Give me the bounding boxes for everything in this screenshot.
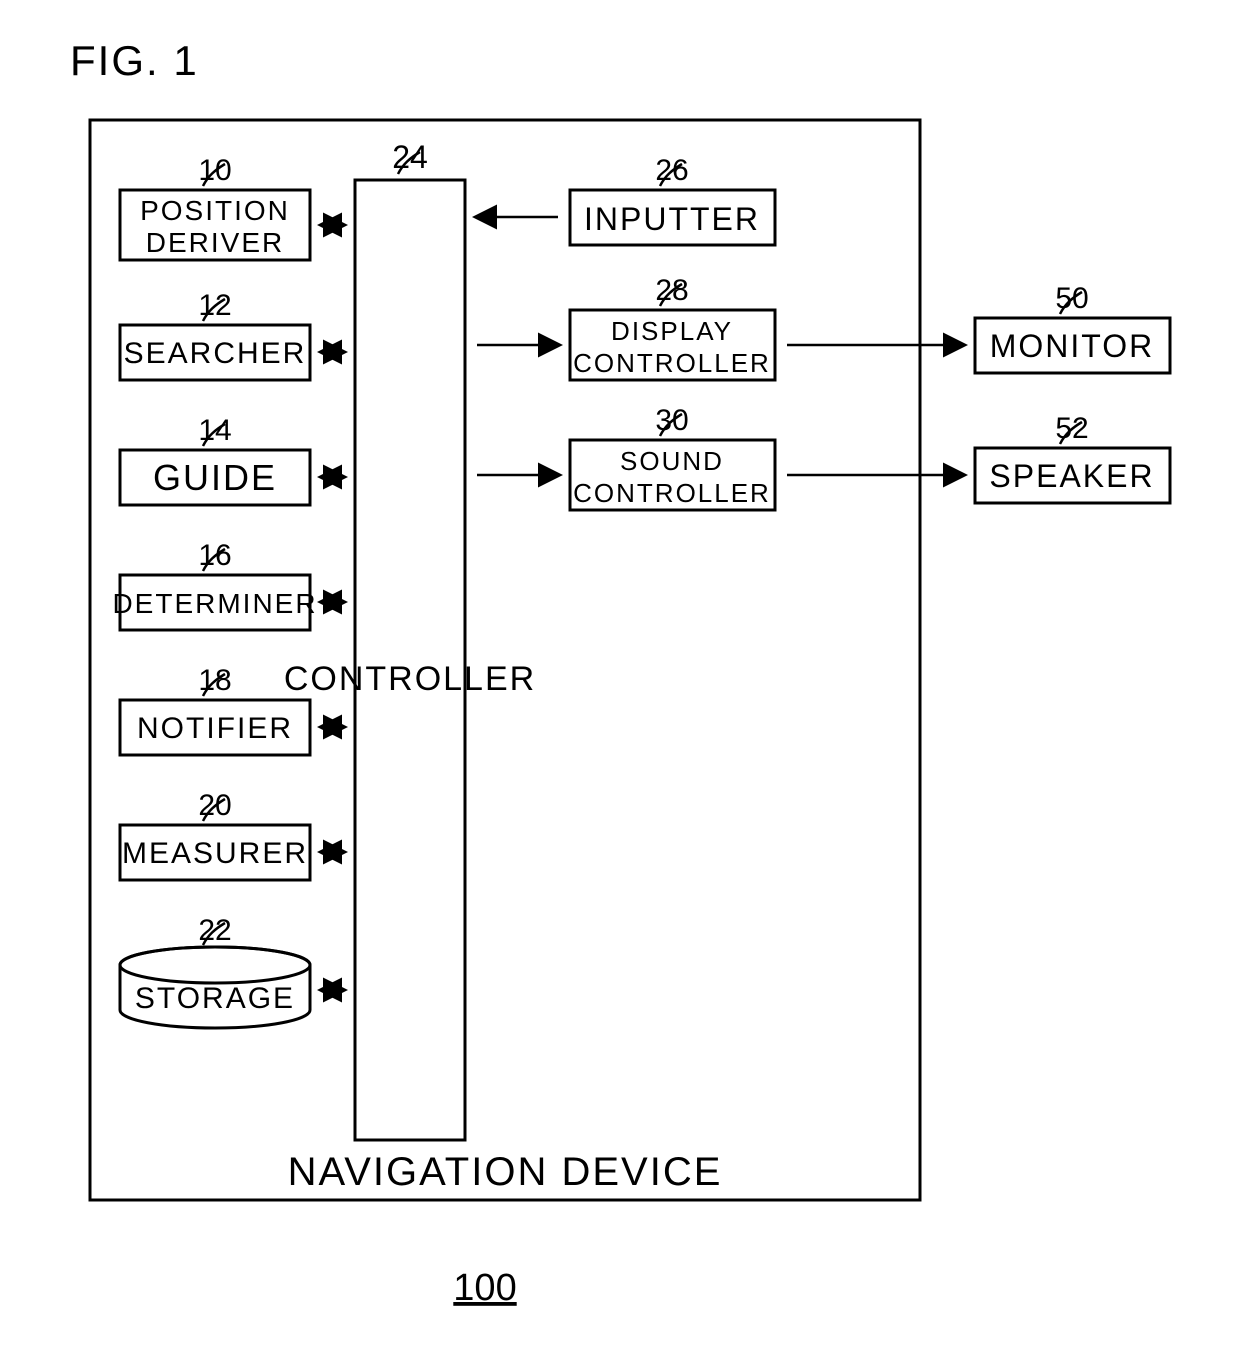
sound-controller-line2: CONTROLLER [573, 478, 771, 508]
measurer-label: MEASURER [122, 837, 308, 870]
storage-label: STORAGE [135, 982, 295, 1015]
controller-ref: 24 [392, 139, 428, 175]
controller-label: CONTROLLER [284, 660, 536, 698]
display-controller-line2: CONTROLLER [573, 348, 771, 378]
notifier-label: NOTIFIER [137, 712, 293, 745]
device-label: NAVIGATION DEVICE [288, 1150, 723, 1194]
position-deriver-line1: POSITION [140, 195, 290, 226]
speaker-label: SPEAKER [989, 458, 1154, 494]
determiner-label: DETERMINER [112, 588, 317, 619]
figure-label: FIG. 1 [70, 37, 199, 84]
display-controller-line1: DISPLAY [611, 316, 733, 346]
position-deriver-line2: DERIVER [146, 227, 284, 258]
sound-controller-line1: SOUND [620, 446, 724, 476]
device-ref: 100 [453, 1267, 516, 1309]
searcher-label: SEARCHER [124, 337, 307, 370]
inputter-label: INPUTTER [584, 201, 760, 237]
guide-label: GUIDE [153, 457, 277, 498]
monitor-label: MONITOR [990, 328, 1155, 364]
diagram-canvas: FIG. 1 NAVIGATION DEVICE 100 CONTROLLER … [0, 0, 1240, 1361]
